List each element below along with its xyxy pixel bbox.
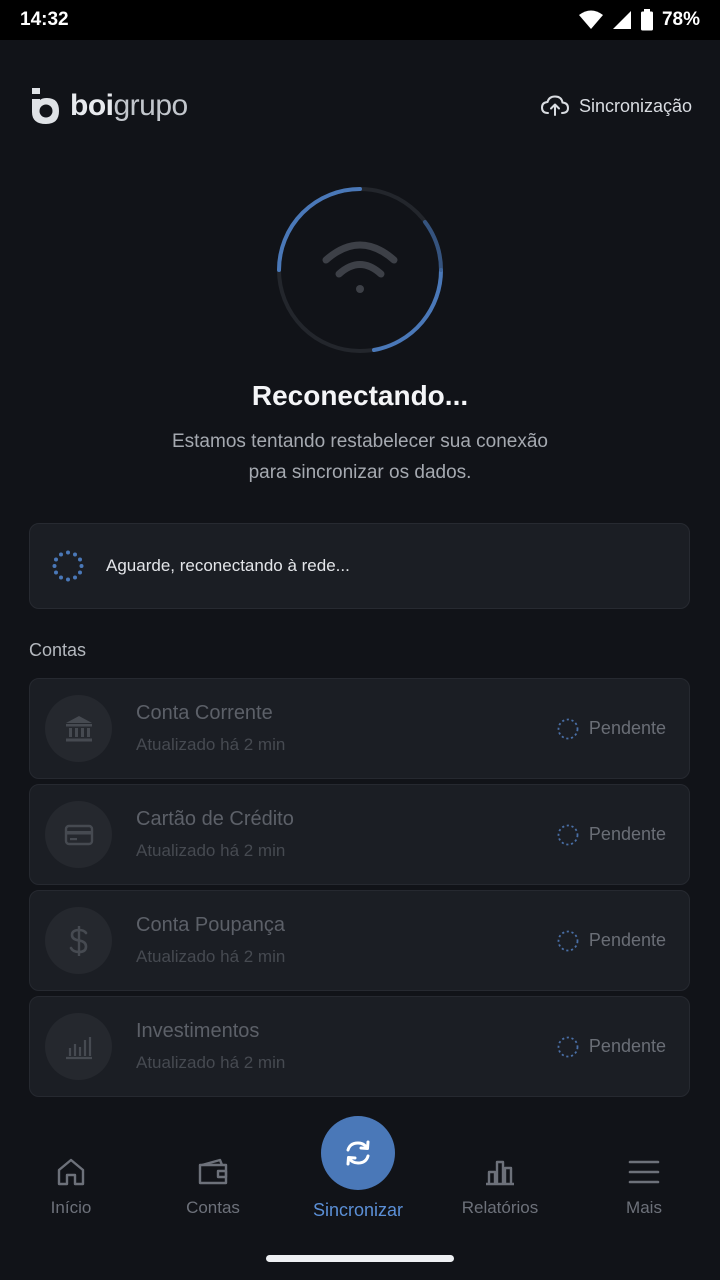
nav-accounts-label: Contas (186, 1198, 240, 1217)
subtitle-line-2: para sincronizar os dados. (248, 462, 472, 483)
account-row-savings[interactable]: Conta Poupança Atualizado há 2 min Pende… (29, 890, 690, 991)
status-badge: Pendente (557, 1036, 666, 1058)
status-badge: Pendente (557, 718, 666, 740)
signal-icon (612, 11, 631, 29)
chart-icon (45, 1013, 112, 1080)
page-subtitle: Estamos tentando restabelecer sua conexã… (120, 426, 600, 488)
account-updated: Atualizado há 2 min (136, 947, 286, 966)
sync-status-label: Sincronização (578, 95, 692, 116)
bottom-nav: Início Contas Sincronizar Relatórios Mai… (0, 1110, 720, 1240)
nav-sync-label: Sincronizar (312, 1200, 404, 1220)
accounts-section-label: Contas (29, 640, 87, 660)
nav-reports-label: Relatórios (461, 1198, 539, 1217)
battery-icon (640, 9, 653, 31)
brand-logo: boigrupo (28, 86, 188, 126)
wifi-icon (322, 241, 398, 293)
dollar-icon (45, 907, 112, 974)
account-updated: Atualizado há 2 min (136, 1053, 286, 1072)
logo-mark-icon (32, 88, 59, 124)
logo-text: boigrupo (70, 89, 188, 123)
status-text: Pendente (588, 930, 666, 950)
battery-level: 78% (661, 9, 700, 30)
sync-fab-button[interactable] (321, 1116, 395, 1190)
status-badge: Pendente (557, 824, 666, 846)
status-bar: 14:32 78% (0, 0, 720, 40)
status-text: Pendente (588, 1036, 666, 1056)
pending-dots-icon (557, 1036, 579, 1057)
status-text: Pendente (588, 824, 666, 844)
account-updated: Atualizado há 2 min (136, 841, 286, 860)
credit-card-icon (45, 801, 112, 868)
bar-chart-icon (486, 1160, 514, 1186)
sync-icon (346, 1140, 370, 1166)
nav-more-label: Mais (626, 1198, 662, 1217)
nav-home-label: Início (50, 1198, 92, 1217)
loading-dots-icon (52, 550, 84, 582)
app-header: boigrupo Sincronização (28, 84, 692, 128)
account-row-investments[interactable]: Investimentos Atualizado há 2 min Penden… (29, 996, 690, 1097)
nav-accounts[interactable]: Contas (153, 1156, 273, 1218)
wallet-icon (198, 1158, 228, 1185)
nav-sync[interactable]: Sincronizar (296, 1110, 420, 1221)
account-name: Investimentos (136, 1020, 260, 1042)
account-name: Cartão de Crédito (136, 808, 294, 830)
reconnect-spinner (275, 185, 445, 355)
notice-text: Aguarde, reconectando à rede... (106, 556, 350, 575)
nav-more[interactable]: Mais (584, 1156, 704, 1218)
nav-reports[interactable]: Relatórios (440, 1156, 560, 1218)
account-row-checking[interactable]: Conta Corrente Atualizado há 2 min Pende… (29, 678, 690, 779)
home-icon (57, 1158, 85, 1186)
accounts-list: Conta Corrente Atualizado há 2 min Pende… (29, 678, 690, 1102)
wifi-status-icon (578, 10, 603, 29)
account-row-credit-card[interactable]: Cartão de Crédito Atualizado há 2 min Pe… (29, 784, 690, 885)
pending-dots-icon (557, 718, 579, 739)
pending-dots-icon (557, 824, 579, 845)
status-badge: Pendente (557, 930, 666, 952)
page-title: Reconectando... (251, 380, 469, 411)
account-name: Conta Poupança (136, 914, 286, 936)
logo-text-bold: boi (70, 89, 114, 122)
menu-icon (628, 1160, 660, 1184)
subtitle-line-1: Estamos tentando restabelecer sua conexã… (171, 431, 548, 452)
status-text: Pendente (588, 718, 666, 738)
bank-icon (45, 695, 112, 762)
account-name: Conta Corrente (136, 702, 273, 724)
reconnect-notice: Aguarde, reconectando à rede... (29, 523, 690, 609)
account-updated: Atualizado há 2 min (136, 735, 286, 754)
home-indicator[interactable] (266, 1255, 454, 1262)
logo-text-light: grupo (113, 89, 189, 122)
sync-status-link[interactable]: Sincronização (540, 95, 692, 117)
status-icons: 78% (578, 9, 700, 31)
cloud-upload-icon (540, 95, 569, 116)
status-time: 14:32 (20, 9, 69, 30)
pending-dots-icon (557, 930, 579, 951)
nav-home[interactable]: Início (11, 1156, 131, 1218)
